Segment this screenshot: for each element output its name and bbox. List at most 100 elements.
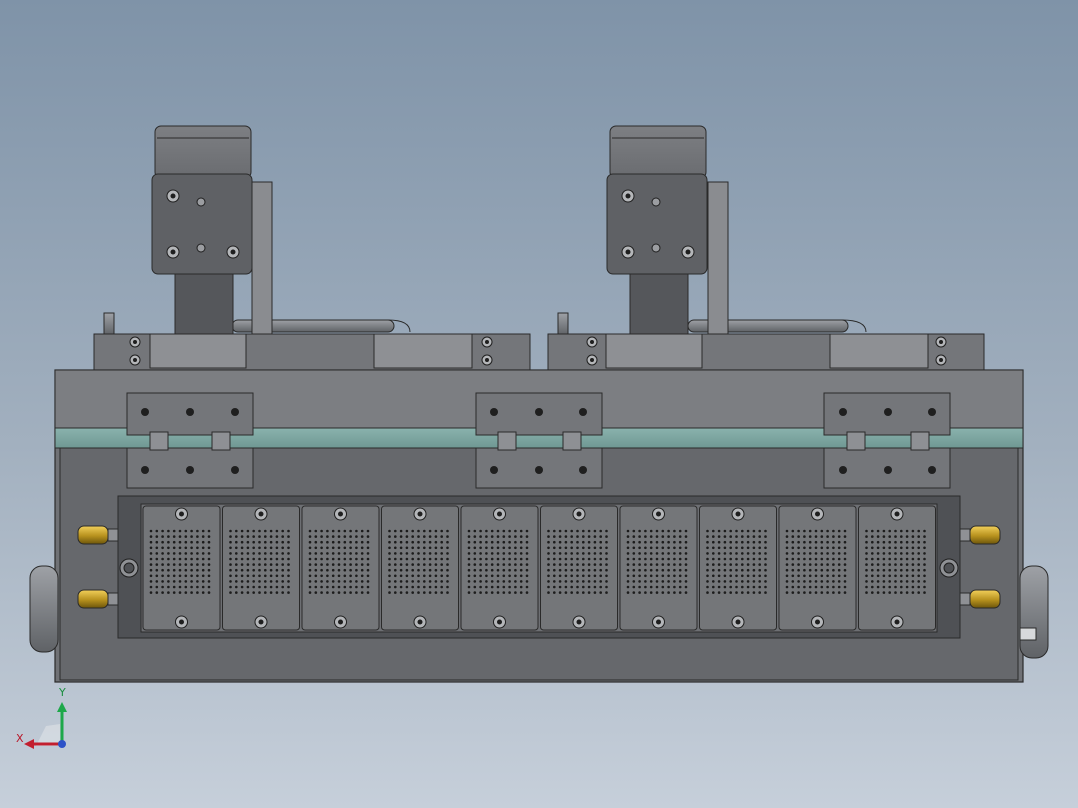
probe-hole	[656, 563, 659, 566]
probe-hole	[320, 541, 323, 544]
probe-hole	[712, 541, 715, 544]
probe-hole	[479, 552, 482, 555]
probe-hole	[685, 591, 688, 594]
probe-hole	[270, 569, 273, 572]
probe-hole	[786, 552, 789, 555]
probe-hole	[423, 541, 426, 544]
probe-hole	[900, 558, 903, 561]
probe-hole	[809, 563, 812, 566]
probe-hole	[565, 575, 568, 578]
probe-hole	[276, 541, 279, 544]
probe-hole	[247, 580, 250, 583]
module-screw-center	[418, 512, 423, 517]
probe-hole	[906, 530, 909, 533]
probe-hole	[644, 586, 647, 589]
probe-hole	[638, 541, 641, 544]
probe-hole	[712, 552, 715, 555]
assembly-drawing[interactable]	[0, 0, 1078, 808]
probe-hole	[276, 563, 279, 566]
probe-hole	[706, 558, 709, 561]
probe-hole	[729, 591, 732, 594]
cad-viewport[interactable]: X Y	[0, 0, 1078, 808]
probe-hole	[724, 547, 727, 550]
probe-hole	[406, 569, 409, 572]
probe-hole	[685, 552, 688, 555]
probe-hole	[326, 530, 329, 533]
probe-hole	[258, 569, 261, 572]
probe-hole	[576, 541, 579, 544]
probe-hole	[161, 558, 164, 561]
probe-hole	[196, 586, 199, 589]
probe-hole	[479, 558, 482, 561]
probe-hole	[599, 563, 602, 566]
probe-hole	[287, 530, 290, 533]
probe-hole	[320, 575, 323, 578]
module-screw-center	[338, 512, 343, 517]
probe-hole	[326, 586, 329, 589]
probe-hole	[355, 535, 358, 538]
probe-hole	[411, 575, 414, 578]
probe-hole	[900, 575, 903, 578]
probe-hole	[423, 580, 426, 583]
probe-hole	[627, 558, 630, 561]
probe-hole	[576, 558, 579, 561]
module-screw-center	[577, 620, 582, 625]
probe-hole	[344, 535, 347, 538]
probe-hole	[520, 586, 523, 589]
probe-hole	[150, 541, 153, 544]
probe-hole	[809, 552, 812, 555]
probe-hole	[638, 563, 641, 566]
probe-hole	[440, 569, 443, 572]
probe-hole	[185, 541, 188, 544]
probe-hole	[724, 586, 727, 589]
probe-hole	[803, 563, 806, 566]
probe-hole	[150, 591, 153, 594]
probe-hole	[161, 547, 164, 550]
probe-hole	[349, 569, 352, 572]
probe-hole	[179, 535, 182, 538]
probe-hole	[406, 547, 409, 550]
probe-hole	[173, 558, 176, 561]
probe-hole	[888, 591, 891, 594]
probe-hole	[361, 530, 364, 533]
probe-hole	[417, 575, 420, 578]
probe-hole	[202, 575, 205, 578]
probe-hole	[724, 558, 727, 561]
probe-hole	[520, 580, 523, 583]
probe-hole	[673, 535, 676, 538]
probe-hole	[821, 591, 824, 594]
probe-hole	[411, 558, 414, 561]
probe-hole	[361, 547, 364, 550]
probe-hole	[570, 580, 573, 583]
probe-hole	[832, 580, 835, 583]
probe-hole	[247, 541, 250, 544]
probe-hole	[906, 558, 909, 561]
probe-hole	[468, 563, 471, 566]
probe-hole	[235, 530, 238, 533]
probe-hole	[797, 541, 800, 544]
probe-hole	[190, 530, 193, 533]
probe-hole	[633, 547, 636, 550]
probe-hole	[361, 575, 364, 578]
probe-hole	[923, 591, 926, 594]
probe-hole	[423, 563, 426, 566]
probe-hole	[588, 580, 591, 583]
probe-hole	[712, 569, 715, 572]
probe-hole	[900, 547, 903, 550]
probe-hole	[167, 586, 170, 589]
probe-hole	[821, 558, 824, 561]
probe-hole	[599, 547, 602, 550]
probe-hole	[167, 580, 170, 583]
probe-hole	[287, 591, 290, 594]
probe-hole	[326, 563, 329, 566]
probe-hole	[367, 535, 370, 538]
probe-hole	[281, 530, 284, 533]
probe-hole	[662, 547, 665, 550]
probe-hole	[208, 541, 211, 544]
probe-hole	[923, 586, 926, 589]
probe-hole	[229, 547, 232, 550]
probe-hole	[474, 580, 477, 583]
probe-hole	[179, 541, 182, 544]
probe-hole	[679, 580, 682, 583]
probe-hole	[208, 575, 211, 578]
